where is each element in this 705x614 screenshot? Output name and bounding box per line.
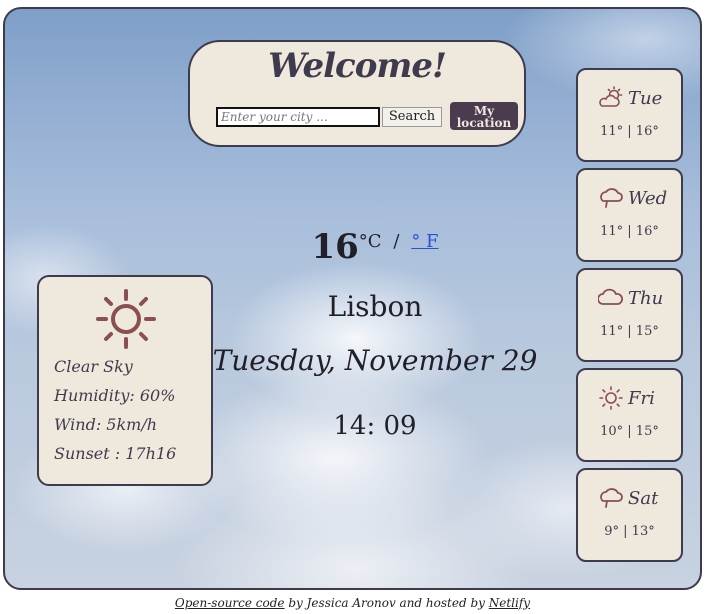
sun-icon	[94, 287, 158, 355]
netlify-link[interactable]: Netlify	[489, 596, 530, 610]
forecast-temp-range: 10° | 15°	[600, 424, 659, 439]
forecast-temp-range: 11° | 15°	[600, 324, 659, 339]
cloud-icon	[597, 286, 624, 314]
temperature-value: 16	[311, 227, 359, 267]
forecast-card-fri: Fri 10° | 15°	[576, 368, 683, 462]
my-location-label-2: location	[456, 116, 512, 130]
sunset-text: Sunset : 17h16	[54, 444, 177, 463]
search-panel: Welcome! Search My location	[188, 40, 526, 147]
forecast-card-wed: Wed 11° | 16°	[576, 168, 683, 262]
forecast-day-label: Wed	[628, 188, 668, 209]
fahrenheit-link[interactable]: ° F	[411, 231, 438, 252]
wind-text: Wind: 5km/h	[54, 415, 158, 434]
forecast-day-label: Fri	[628, 388, 655, 409]
forecast-temp-range: 9° | 13°	[604, 524, 655, 539]
humidity-text: Humidity: 60%	[54, 386, 176, 405]
footer: Open-source code by Jessica Aronov and h…	[0, 596, 705, 610]
celsius-unit[interactable]: °C	[359, 231, 382, 252]
forecast-card-tue: Tue 11° | 16°	[576, 68, 683, 162]
forecast-card-sat: Sat 9° | 13°	[576, 468, 683, 562]
cloud-icon	[598, 186, 624, 214]
unit-separator: /	[393, 231, 400, 252]
partly-cloudy-icon	[598, 86, 624, 114]
city-name: Lisbon	[327, 290, 423, 323]
city-search-input[interactable]	[216, 107, 380, 127]
cloud-icon	[598, 486, 624, 514]
open-source-link[interactable]: Open-source code	[175, 596, 285, 610]
forecast-temp-range: 11° | 16°	[600, 124, 659, 139]
forecast-day-label: Sat	[628, 488, 659, 509]
forecast-card-thu: Thu 11° | 15°	[576, 268, 683, 362]
my-location-button[interactable]: My location	[450, 102, 518, 130]
sun-icon	[598, 386, 624, 414]
app-frame: Welcome! Search My location 16°C / ° F L…	[3, 7, 702, 590]
welcome-title: Welcome!	[268, 46, 447, 86]
search-button[interactable]: Search	[382, 107, 442, 127]
weather-condition: Clear Sky	[54, 357, 133, 376]
forecast-temp-range: 11° | 16°	[600, 224, 659, 239]
forecast-day-label: Thu	[628, 288, 664, 309]
current-date: Tuesday, November 29	[212, 344, 538, 377]
forecast-day-label: Tue	[628, 88, 663, 109]
current-time: 14: 09	[333, 411, 417, 441]
current-temperature: 16°C / ° F	[205, 227, 545, 267]
today-details-card: Clear Sky Humidity: 60% Wind: 5km/h Suns…	[37, 275, 213, 486]
footer-credit-text: by Jessica Aronov and hosted by	[284, 596, 489, 610]
